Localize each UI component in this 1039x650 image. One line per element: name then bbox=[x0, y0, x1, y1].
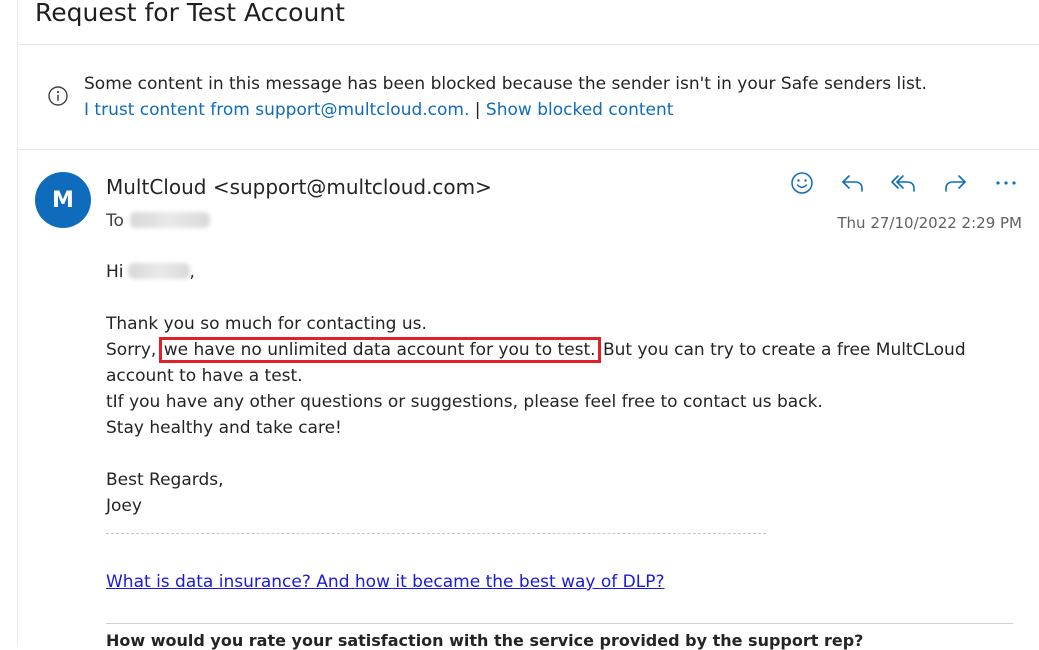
subject-bar: Request for Test Account bbox=[18, 0, 1039, 45]
more-icon[interactable] bbox=[991, 168, 1021, 198]
email-body: Hi, Thank you so much for contacting us.… bbox=[106, 259, 986, 519]
email-subject: Request for Test Account bbox=[35, 0, 345, 27]
reply-all-icon[interactable] bbox=[889, 168, 919, 198]
article-link[interactable]: What is data insurance? And how it becam… bbox=[106, 572, 665, 592]
info-icon bbox=[48, 86, 68, 106]
link-separator: | bbox=[474, 100, 481, 120]
survey-divider bbox=[106, 623, 1013, 624]
blocked-actions: I trust content from support@multcloud.c… bbox=[84, 100, 673, 120]
redacted-recipient bbox=[129, 212, 210, 228]
signature-divider bbox=[106, 533, 766, 534]
survey-question: How would you rate your satisfaction wit… bbox=[106, 631, 864, 650]
forward-icon[interactable] bbox=[940, 168, 970, 198]
sender-avatar[interactable]: M bbox=[35, 172, 91, 228]
smiley-icon[interactable] bbox=[787, 168, 817, 198]
greeting: Hi, bbox=[106, 262, 195, 282]
redacted-name bbox=[127, 263, 190, 279]
body-line-3: tIf you have any other questions or sugg… bbox=[106, 392, 823, 412]
blocked-content-banner: Some content in this message has been bl… bbox=[18, 45, 1039, 150]
to-label: To bbox=[106, 211, 124, 231]
closing: Best Regards, bbox=[106, 470, 224, 490]
show-blocked-content-link[interactable]: Show blocked content bbox=[486, 100, 674, 120]
body-line-2: Sorry, we have no unlimited data account… bbox=[106, 337, 966, 386]
highlighted-sentence: we have no unlimited data account for yo… bbox=[158, 337, 601, 363]
reply-icon[interactable] bbox=[838, 168, 868, 198]
email-timestamp: Thu 27/10/2022 2:29 PM bbox=[837, 214, 1022, 232]
recipient-line: To bbox=[106, 211, 210, 231]
blocked-message: Some content in this message has been bl… bbox=[84, 74, 927, 94]
sender-name[interactable]: MultCloud <support@multcloud.com> bbox=[106, 175, 492, 199]
message-actions bbox=[787, 168, 1021, 198]
signature: Joey bbox=[106, 496, 142, 516]
trust-sender-link[interactable]: I trust content from support@multcloud.c… bbox=[84, 100, 469, 120]
body-line-4: Stay healthy and take care! bbox=[106, 418, 342, 438]
body-line-1: Thank you so much for contacting us. bbox=[106, 314, 427, 334]
